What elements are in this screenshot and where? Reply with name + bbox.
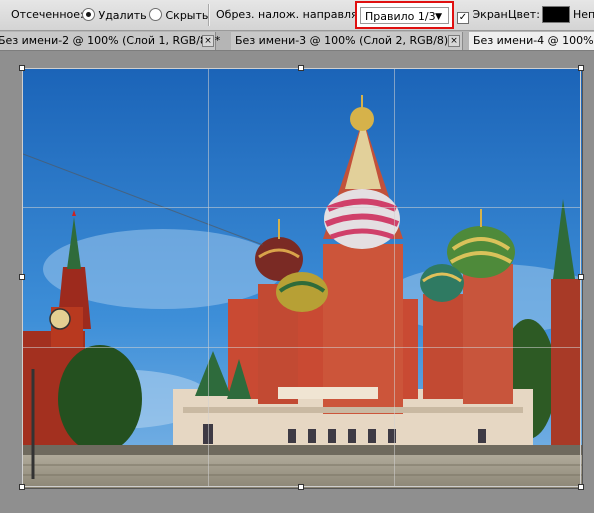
tab-label: Без имени-3 @ 100% (Слой 2, RGB/8) *	[235, 34, 458, 47]
crop-handle-bottom[interactable]	[298, 484, 304, 490]
crop-handle-top-right[interactable]	[578, 65, 584, 71]
crop-overlay-highlight: Правило 1/3 ▼	[355, 1, 454, 29]
crop-handle-right[interactable]	[578, 274, 584, 280]
close-icon[interactable]: ×	[202, 35, 214, 47]
crop-handle-bottom-left[interactable]	[19, 484, 25, 490]
crop-overlay-value: Правило 1/3	[365, 10, 436, 23]
delete-option[interactable]: Удалить	[82, 8, 147, 22]
tab-untitled-2[interactable]: Без имени-2 @ 100% (Слой 1, RGB/8) * ×	[0, 32, 220, 50]
cropped-area-label: Отсеченное:	[11, 8, 84, 21]
crop-handle-top-left[interactable]	[19, 65, 25, 71]
crop-frame[interactable]	[22, 68, 581, 487]
tab-label: Без имени-2 @ 100% (Слой 1, RGB/8) *	[0, 34, 221, 47]
options-divider	[208, 4, 210, 26]
screen-option[interactable]: ✓ Экран	[457, 8, 508, 24]
document-tab-bar: Без имени-2 @ 100% (Слой 1, RGB/8) * × Б…	[0, 31, 594, 51]
crop-overlay-label: Обрез. налож. направляющ	[216, 8, 378, 21]
opacity-label: Непр	[573, 8, 594, 21]
crop-handle-left[interactable]	[19, 274, 25, 280]
canvas-area[interactable]	[0, 51, 594, 513]
delete-label: Удалить	[98, 9, 147, 22]
hide-label: Скрыть	[165, 9, 209, 22]
crop-handle-bottom-right[interactable]	[578, 484, 584, 490]
options-bar: Отсеченное: Удалить Скрыть Обрез. налож.…	[0, 0, 594, 31]
screen-checkbox[interactable]: ✓	[457, 12, 469, 24]
shield-color-swatch[interactable]	[542, 6, 570, 23]
tab-untitled-4[interactable]: Без имени-4 @ 100% (	[469, 32, 594, 50]
crop-overlay-select[interactable]: Правило 1/3 ▼	[360, 7, 449, 24]
crop-handle-top[interactable]	[298, 65, 304, 71]
color-label: Цвет:	[508, 8, 540, 21]
tab-untitled-3[interactable]: Без имени-3 @ 100% (Слой 2, RGB/8) * ×	[231, 32, 463, 50]
screen-label: Экран	[472, 8, 508, 21]
close-icon[interactable]: ×	[448, 35, 460, 47]
tab-label: Без имени-4 @ 100% (	[473, 34, 594, 47]
delete-radio[interactable]	[82, 8, 95, 21]
chevron-down-icon: ▼	[435, 12, 442, 22]
hide-option[interactable]: Скрыть	[149, 8, 208, 22]
hide-radio[interactable]	[149, 8, 162, 21]
